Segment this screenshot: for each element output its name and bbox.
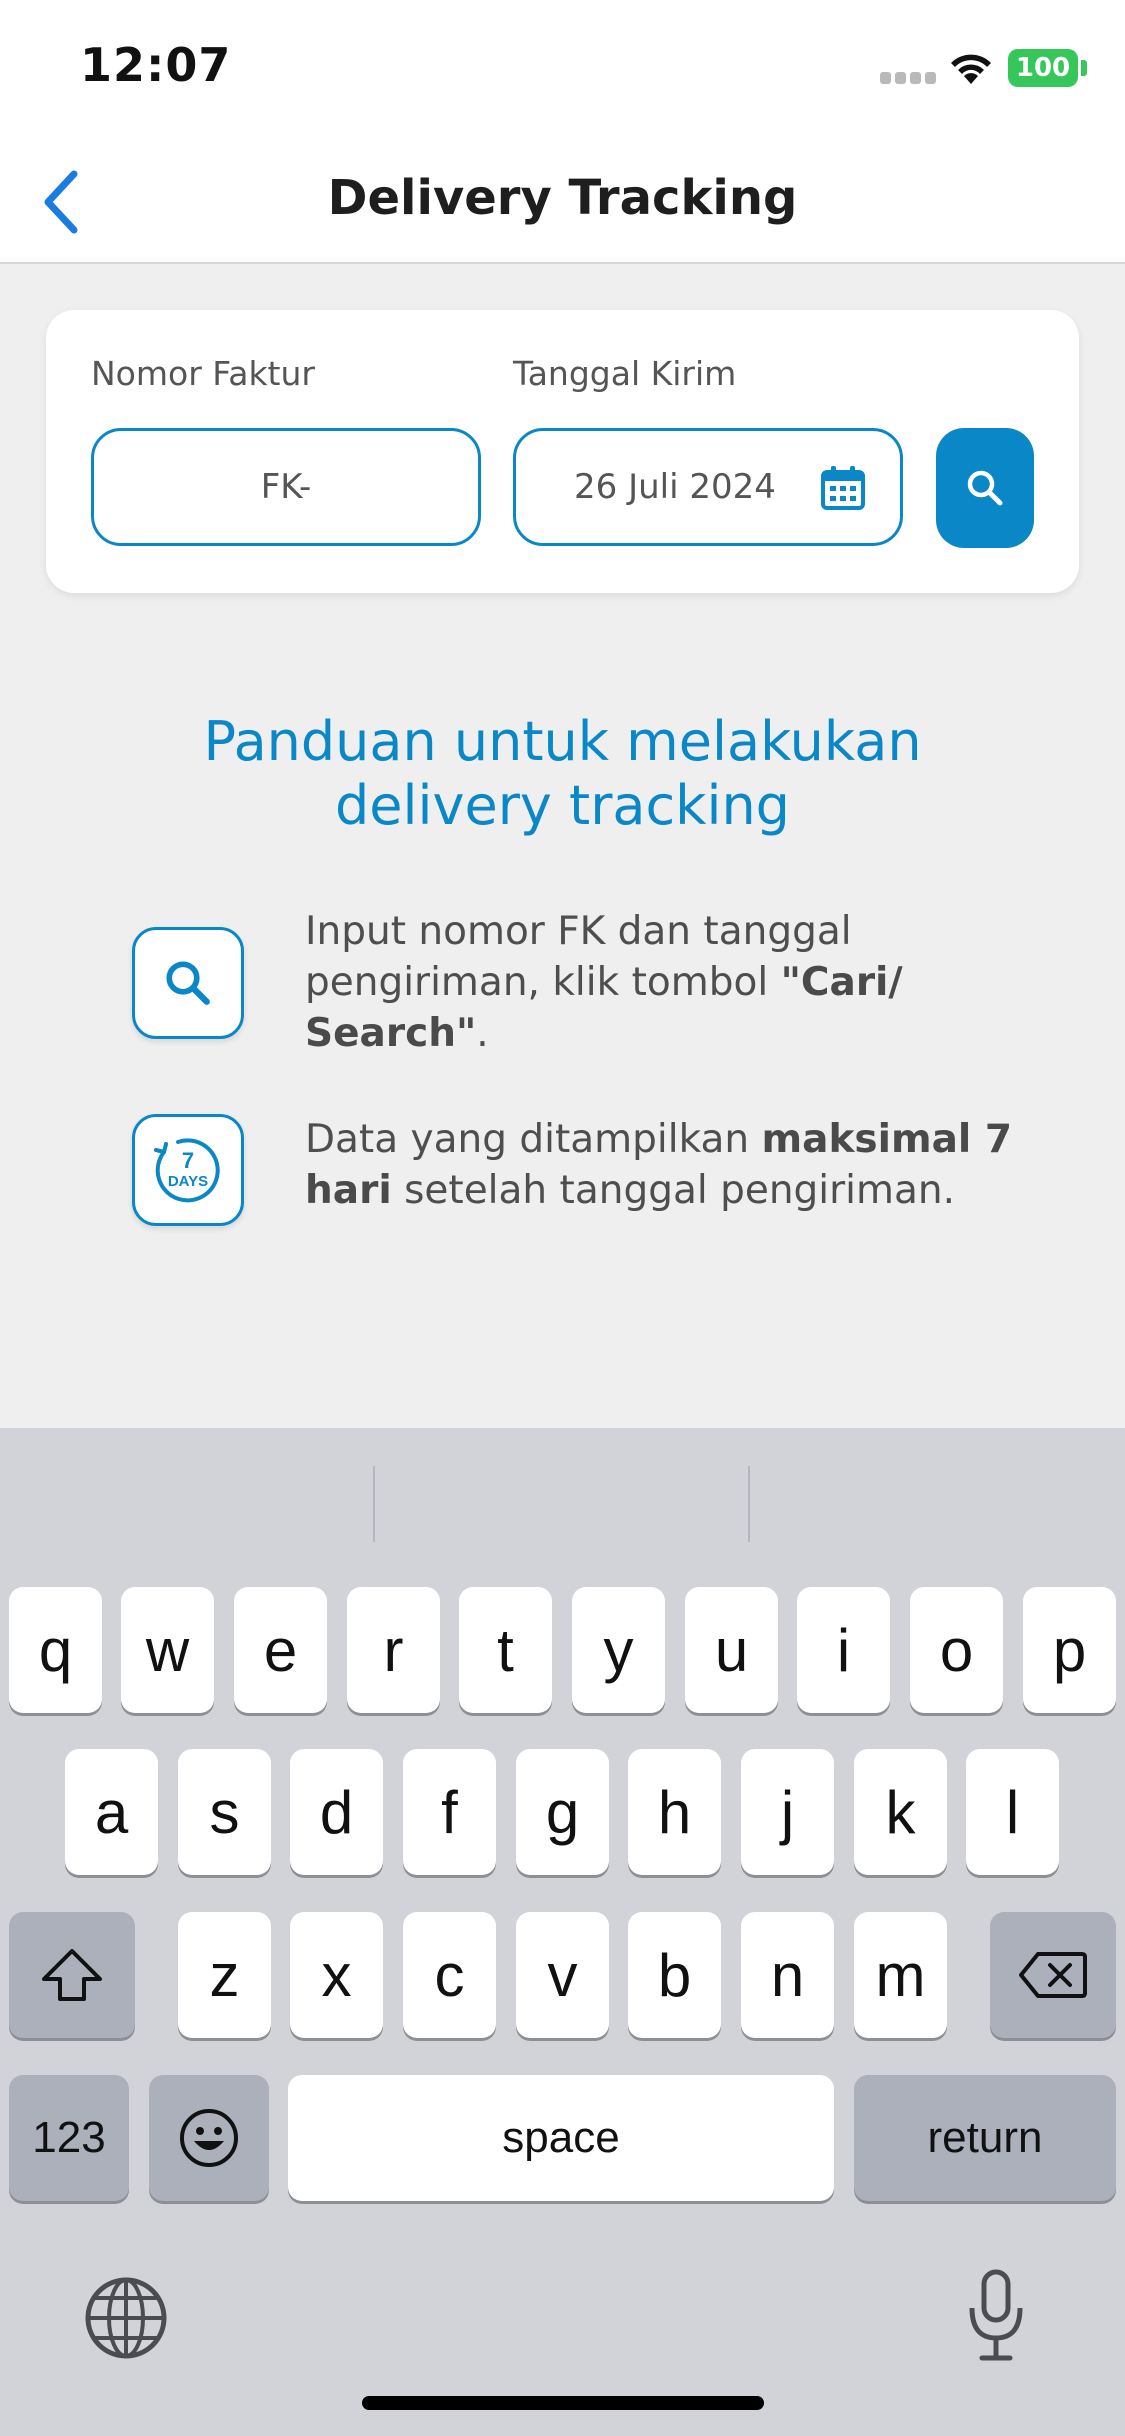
key-t[interactable]: t — [459, 1587, 552, 1713]
delete-icon — [1019, 1952, 1087, 1998]
invoice-label: Nomor Faktur — [91, 354, 315, 393]
battery-icon: 100 — [1008, 49, 1078, 87]
numbers-key[interactable]: 123 — [9, 2075, 129, 2201]
search-card: Nomor Faktur Tanggal Kirim FK- 26 Juli 2… — [46, 310, 1079, 593]
key-g[interactable]: g — [516, 1749, 609, 1875]
shift-icon — [42, 1949, 102, 2001]
search-button[interactable] — [936, 428, 1034, 548]
key-c[interactable]: c — [403, 1912, 496, 2038]
keyboard: q w e r t y u i o p a s d f g h j k l z … — [0, 1428, 1125, 2436]
key-v[interactable]: v — [516, 1912, 609, 2038]
guide-icon-box: 7 DAYS — [132, 1114, 244, 1226]
key-e[interactable]: e — [234, 1587, 327, 1713]
search-icon — [967, 470, 1003, 506]
key-y[interactable]: y — [572, 1587, 665, 1713]
suggestion-divider — [373, 1466, 375, 1542]
suggestion-divider — [748, 1466, 750, 1542]
space-key[interactable]: space — [288, 2075, 834, 2201]
key-h[interactable]: h — [628, 1749, 721, 1875]
guide-text-search: Input nomor FK dan tanggal pengiriman, k… — [305, 909, 903, 1056]
key-w[interactable]: w — [121, 1587, 214, 1713]
wifi-icon — [951, 54, 991, 84]
key-k[interactable]: k — [854, 1749, 947, 1875]
key-a[interactable]: a — [65, 1749, 158, 1875]
key-i[interactable]: i — [797, 1587, 890, 1713]
key-p[interactable]: p — [1023, 1587, 1116, 1713]
key-m[interactable]: m — [854, 1912, 947, 2038]
svg-text:7: 7 — [182, 1148, 194, 1173]
key-d[interactable]: d — [290, 1749, 383, 1875]
home-indicator — [362, 2396, 764, 2410]
return-key[interactable]: return — [854, 2075, 1116, 2201]
shift-key[interactable] — [9, 1912, 135, 2038]
key-x[interactable]: x — [290, 1912, 383, 2038]
emoji-icon — [180, 2109, 238, 2167]
invoice-number-value: FK- — [260, 467, 312, 507]
key-j[interactable]: j — [741, 1749, 834, 1875]
svg-text:DAYS: DAYS — [168, 1173, 208, 1190]
key-n[interactable]: n — [741, 1912, 834, 2038]
key-r[interactable]: r — [347, 1587, 440, 1713]
status-time: 12:07 — [80, 38, 232, 92]
key-u[interactable]: u — [685, 1587, 778, 1713]
key-f[interactable]: f — [403, 1749, 496, 1875]
guide-title: Panduan untuk melakukan delivery trackin… — [203, 710, 922, 837]
globe-icon[interactable] — [84, 2276, 168, 2360]
battery-cap — [1081, 60, 1087, 76]
guide-text-seven-days: Data yang ditampilkan maksimal 7 hari se… — [305, 1117, 1012, 1213]
page-title: Delivery Tracking — [327, 170, 798, 226]
signal-icon — [880, 72, 936, 86]
search-icon — [166, 961, 210, 1005]
calendar-icon[interactable] — [820, 465, 866, 511]
key-q[interactable]: q — [9, 1587, 102, 1713]
nav-bar: Delivery Tracking — [0, 140, 1125, 264]
seven-days-icon: 7 DAYS — [154, 1138, 220, 1203]
delete-key[interactable] — [990, 1912, 1116, 2038]
date-label: Tanggal Kirim — [513, 354, 737, 393]
status-bar: 12:07 100 — [0, 0, 1125, 140]
guide-icon-box — [132, 927, 244, 1039]
emoji-key[interactable] — [149, 2075, 269, 2201]
invoice-number-input[interactable]: FK- — [91, 428, 481, 546]
key-s[interactable]: s — [178, 1749, 271, 1875]
date-input[interactable]: 26 Juli 2024 — [513, 428, 903, 546]
microphone-icon[interactable] — [966, 2268, 1026, 2364]
key-b[interactable]: b — [628, 1912, 721, 2038]
key-z[interactable]: z — [178, 1912, 271, 2038]
key-o[interactable]: o — [910, 1587, 1003, 1713]
date-value: 26 Juli 2024 — [574, 467, 776, 507]
key-l[interactable]: l — [966, 1749, 1059, 1875]
